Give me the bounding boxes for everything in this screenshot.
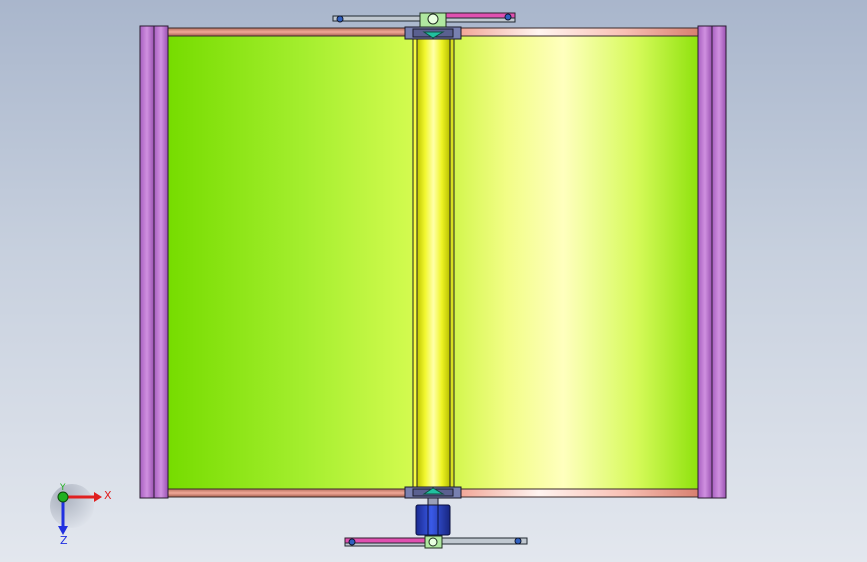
y-axis-label: Y: [59, 483, 66, 493]
bearing-bottom: [404, 486, 462, 499]
end-plate-left: [139, 25, 169, 499]
y-axis-dot: [57, 491, 69, 503]
linkage-bottom: [344, 535, 528, 549]
panel-right: [453, 36, 698, 489]
triad-shadow: [50, 484, 94, 528]
cad-viewport[interactable]: X Y Z: [0, 0, 867, 562]
center-shaft: [412, 35, 455, 490]
panel-left: [168, 36, 414, 489]
orientation-triad[interactable]: X Y Z: [50, 483, 112, 547]
bearing-top: [404, 26, 462, 40]
x-axis-label: X: [104, 489, 112, 502]
model-canvas[interactable]: X Y Z: [0, 0, 867, 562]
end-plate-right: [697, 25, 727, 499]
z-axis-label: Z: [60, 534, 68, 547]
motor: [415, 497, 451, 536]
linkage-top: [332, 12, 516, 28]
